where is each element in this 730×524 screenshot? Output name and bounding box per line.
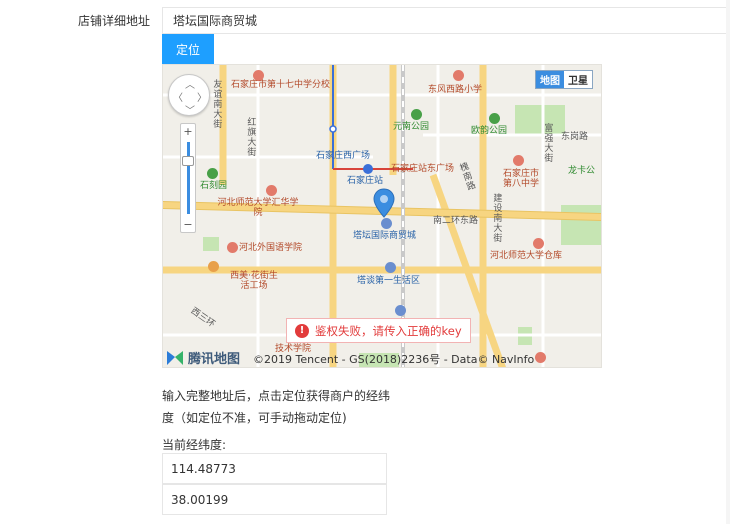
map-label: 石家庄西广场 [316,151,371,161]
zoom-control: + − [180,123,196,233]
park-poi-icon [411,109,422,120]
building-poi-icon [395,305,406,316]
map-label: 河北师范大学仓库 [489,251,562,261]
map-label: 欧韵公园 [471,126,508,136]
map-label: 石刻园 [200,181,228,191]
page-scrollbar[interactable] [726,0,730,524]
address-label: 店铺详细地址 [78,14,151,28]
auth-error-text: 鉴权失败，请传入正确的key [315,323,462,338]
zoom-slider-thumb[interactable] [182,156,194,166]
longitude-input[interactable] [162,453,387,484]
school-poi-icon [266,185,277,196]
zoom-track[interactable] [187,142,190,214]
street-label: 友谊南大街 [211,79,222,129]
latitude-input[interactable] [162,484,387,515]
map-label: 元南公园 [393,122,430,132]
locate-button[interactable]: 定位 [162,34,214,64]
pan-control[interactable]: ︿ ﹀ 〈 〉 [168,74,210,117]
map-label: 河北师范大学汇华学院 [217,198,299,219]
school-poi-icon [533,238,544,249]
park-poi-icon [207,168,218,179]
error-icon: ! [295,323,309,338]
street-label: 红旗大街 [245,117,256,157]
map-label: 石家庄市第八中学 [503,169,540,190]
map-label: 石家庄站东广场 [391,164,455,174]
coordinates-label: 当前经纬度: [162,438,227,452]
map-label: 东岗路 [561,132,589,142]
map-label: 塔谈第一生活区 [357,276,421,286]
map-type-map-button[interactable]: 地图 [536,71,564,88]
map-label: 河北外国语学院 [239,243,303,253]
map-label: 龙卡公 [568,166,596,176]
map-label: 东风西路小学 [428,85,483,95]
shop-poi-icon [208,261,219,272]
pan-up-icon[interactable]: ︿ [185,76,195,91]
park-poi-icon [489,113,500,124]
map-label: 南二环东路 [433,216,479,226]
location-hint: 输入完整地址后，点击定位获得商户的经纬度（如定位不准，可手动拖动定位) [162,389,391,425]
zoom-in-icon[interactable]: + [181,125,195,138]
street-label: 富强大街 [542,123,553,163]
address-input[interactable] [162,7,730,34]
location-pin-icon[interactable] [373,188,395,221]
school-poi-icon [535,352,546,363]
map-type-switch: 地图 卫星 [535,70,593,89]
map-brand: 腾讯地图 [165,348,240,367]
school-poi-icon [227,242,238,253]
map-brand-text: 腾讯地图 [188,352,241,367]
zoom-out-icon[interactable]: − [181,218,195,231]
pan-down-icon[interactable]: ﹀ [185,102,195,117]
school-poi-icon [453,70,464,81]
map-type-satellite-button[interactable]: 卫星 [564,71,592,88]
tencent-map-logo-icon [167,350,183,365]
auth-error-message: ! 鉴权失败，请传入正确的key [286,318,471,343]
map-container[interactable]: 石家庄市第十七中学分校 东风西路小学 元南公园 欧韵公园 东岗路 石家庄西广场 … [162,64,602,368]
school-poi-icon [513,155,524,166]
map-copyright: ©2019 Tencent - GS(2018)2236号 - Data© Na… [253,353,535,366]
building-poi-icon [385,262,396,273]
pan-left-icon[interactable]: 〈 [173,89,183,104]
map-label: 西美·花街生活工场 [230,271,278,292]
map-label: 塔坛国际商贸城 [353,231,417,241]
pan-right-icon[interactable]: 〉 [197,89,207,104]
map-label: 石家庄站 [347,176,384,186]
map-label: 石家庄市第十七中学分校 [231,80,331,90]
street-label: 建设南大街 [491,193,502,243]
